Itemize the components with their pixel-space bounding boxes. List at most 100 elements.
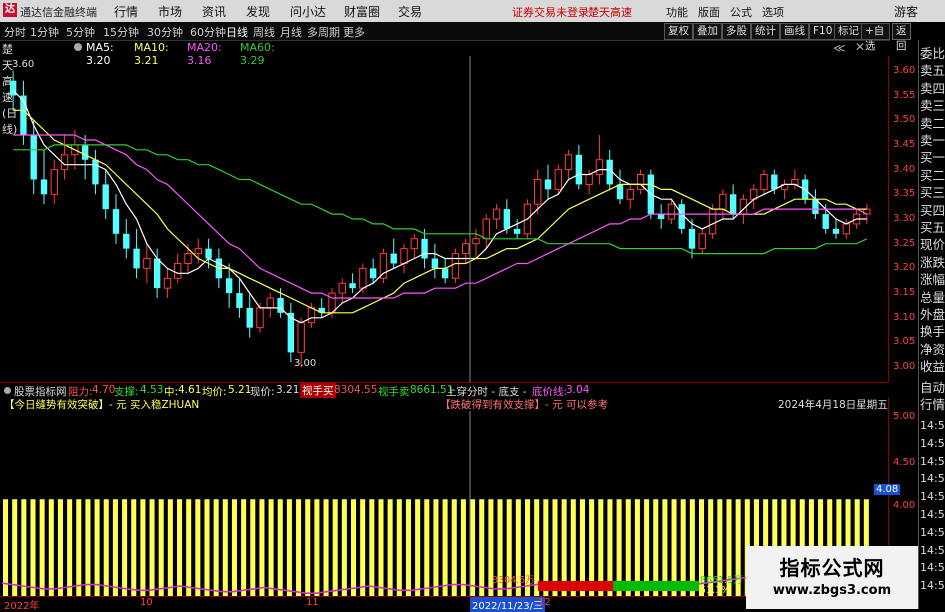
indicator-bar xyxy=(451,499,457,596)
quote-field-label[interactable]: 卖一 xyxy=(920,133,945,149)
draw-line-button[interactable]: 画线 xyxy=(780,23,809,40)
candlestick-chart[interactable]: 3.60 3.00 xyxy=(0,56,888,382)
quote-field-label[interactable]: 买一 xyxy=(920,150,945,166)
indicator-bar xyxy=(323,499,329,596)
menu-faxian[interactable]: 发现 xyxy=(246,3,270,20)
menu-caifuquan[interactable]: 财富圈 xyxy=(344,3,380,20)
period-30min[interactable]: 30分钟 xyxy=(147,24,183,40)
candle-body xyxy=(482,218,490,240)
overlay-button[interactable]: 叠加 xyxy=(693,23,722,40)
quote-field-label[interactable]: 涨幅 xyxy=(920,272,945,288)
indicator-bar xyxy=(378,499,384,596)
bottom-pct-label: 51.1% xyxy=(700,585,730,596)
indicator-bar xyxy=(268,499,274,596)
menu-zixun[interactable]: 资讯 xyxy=(202,3,226,20)
candle-body xyxy=(564,154,573,171)
period-daily[interactable]: 日线 xyxy=(226,24,248,40)
mark-button[interactable]: 标记 xyxy=(834,23,863,40)
candle-body xyxy=(822,214,829,229)
period-more[interactable]: 更多 xyxy=(343,24,365,40)
menu-wenxiaoda[interactable]: 问小达 xyxy=(290,3,326,20)
period-multi[interactable]: 多周期 xyxy=(307,24,340,40)
period-1min[interactable]: 1分钟 xyxy=(30,24,59,40)
high-price-label: 3.60 xyxy=(12,59,34,70)
indicator-bar xyxy=(112,499,118,596)
quote-field-label[interactable]: 净资 xyxy=(920,342,945,358)
add-favorite-button[interactable]: +自选 xyxy=(861,23,890,52)
quote-field-label[interactable]: 行情 xyxy=(920,397,945,413)
candle-body xyxy=(544,179,552,190)
quote-field-label[interactable]: 买二 xyxy=(920,168,945,184)
quote-field-label[interactable]: 现价 xyxy=(920,237,945,253)
toolbar-gongneng[interactable]: 功能 xyxy=(666,4,688,20)
quote-field-label[interactable]: 卖四 xyxy=(920,81,945,97)
quote-field-label[interactable]: 卖二 xyxy=(920,116,945,132)
settings-dot-icon[interactable] xyxy=(74,43,82,51)
sub-tick-450: 4.50 xyxy=(893,457,916,468)
quote-field-label[interactable]: 委比 xyxy=(920,46,945,62)
indicator-bar xyxy=(433,499,439,596)
quote-field-label[interactable]: 收益 xyxy=(920,359,945,375)
period-5min[interactable]: 5分钟 xyxy=(66,24,95,40)
indicator-bar xyxy=(39,499,45,596)
period-monthly[interactable]: 月线 xyxy=(280,24,302,40)
candle-body xyxy=(194,248,202,255)
f10-button[interactable]: F10 xyxy=(809,23,837,40)
back-button[interactable]: 返回 xyxy=(892,23,911,52)
breakout-signal: 【今日缝势有效突破】- 元 买入稳ZHUAN xyxy=(4,399,200,411)
candle-body xyxy=(708,208,717,235)
indicator-bar xyxy=(85,499,91,596)
login-warning[interactable]: 证券交易未登录 xyxy=(512,4,589,20)
candle-body xyxy=(595,159,604,176)
period-weekly[interactable]: 周线 xyxy=(253,24,275,40)
quote-field-label[interactable]: 换手 xyxy=(920,324,945,340)
period-fenshi[interactable]: 分时 xyxy=(4,24,26,40)
menu-shichang[interactable]: 市场 xyxy=(158,3,182,20)
indicator-bar xyxy=(103,499,109,596)
collapse-icon[interactable]: ≪ xyxy=(833,41,846,55)
menu-jiaoyi[interactable]: 交易 xyxy=(398,3,422,20)
toolbar-banmian[interactable]: 版面 xyxy=(698,4,720,20)
tick-time: 14:50 xyxy=(920,579,945,593)
tick-time: 14:50 xyxy=(920,490,945,504)
candle-body xyxy=(585,174,593,185)
quote-field-label[interactable]: 卖五 xyxy=(920,63,945,79)
indicator-bar xyxy=(341,499,347,596)
quote-field-label[interactable]: 买四 xyxy=(920,203,945,219)
fuquan-button[interactable]: 复权 xyxy=(664,23,693,40)
price-value: 3.21 xyxy=(276,384,300,396)
period-15min[interactable]: 15分钟 xyxy=(103,24,139,40)
quote-field-label[interactable]: 自动 xyxy=(920,380,945,396)
period-60min[interactable]: 60分钟 xyxy=(190,24,226,40)
candle-body xyxy=(390,253,397,264)
price-tick: 3.15 xyxy=(893,287,916,299)
indicator-dot-icon[interactable] xyxy=(4,387,11,394)
price-tick: 3.50 xyxy=(893,114,916,126)
toolbar-gongshi[interactable]: 公式 xyxy=(730,4,752,20)
buy-volume-bar xyxy=(538,581,613,591)
guest-label[interactable]: 游客 xyxy=(894,3,918,20)
quote-field-label[interactable]: 买三 xyxy=(920,185,945,201)
resist-value: 4.70 xyxy=(92,384,116,396)
toolbar-xuanxiang[interactable]: 选项 xyxy=(762,4,784,20)
crosshair-date-tag: 2022/11/23/三 xyxy=(470,597,546,612)
quote-field-label[interactable]: 外盘 xyxy=(920,307,945,323)
indicator-bar xyxy=(277,499,283,596)
multi-stock-button[interactable]: 多股 xyxy=(722,23,751,40)
candle-body xyxy=(729,194,737,215)
indicator-bar xyxy=(470,499,476,596)
menu-hangqing[interactable]: 行情 xyxy=(114,3,138,20)
candle-body xyxy=(534,178,542,205)
low-price-label: 3.00 xyxy=(294,358,316,369)
close-icon[interactable]: ✕ xyxy=(855,40,865,54)
quote-field-label[interactable]: 卖三 xyxy=(920,98,945,114)
sell-volume-bar xyxy=(613,581,699,591)
current-value-tag: 4.08 xyxy=(874,484,901,495)
quote-field-label[interactable]: 涨跌 xyxy=(920,255,945,271)
quote-field-label[interactable]: 买五 xyxy=(920,220,945,236)
indicator-bar xyxy=(149,499,155,596)
price-tick: 3.10 xyxy=(893,311,916,323)
quote-field-label[interactable]: 总量 xyxy=(920,290,945,306)
stats-button[interactable]: 统计 xyxy=(751,23,780,40)
indicator-bar xyxy=(305,499,311,596)
